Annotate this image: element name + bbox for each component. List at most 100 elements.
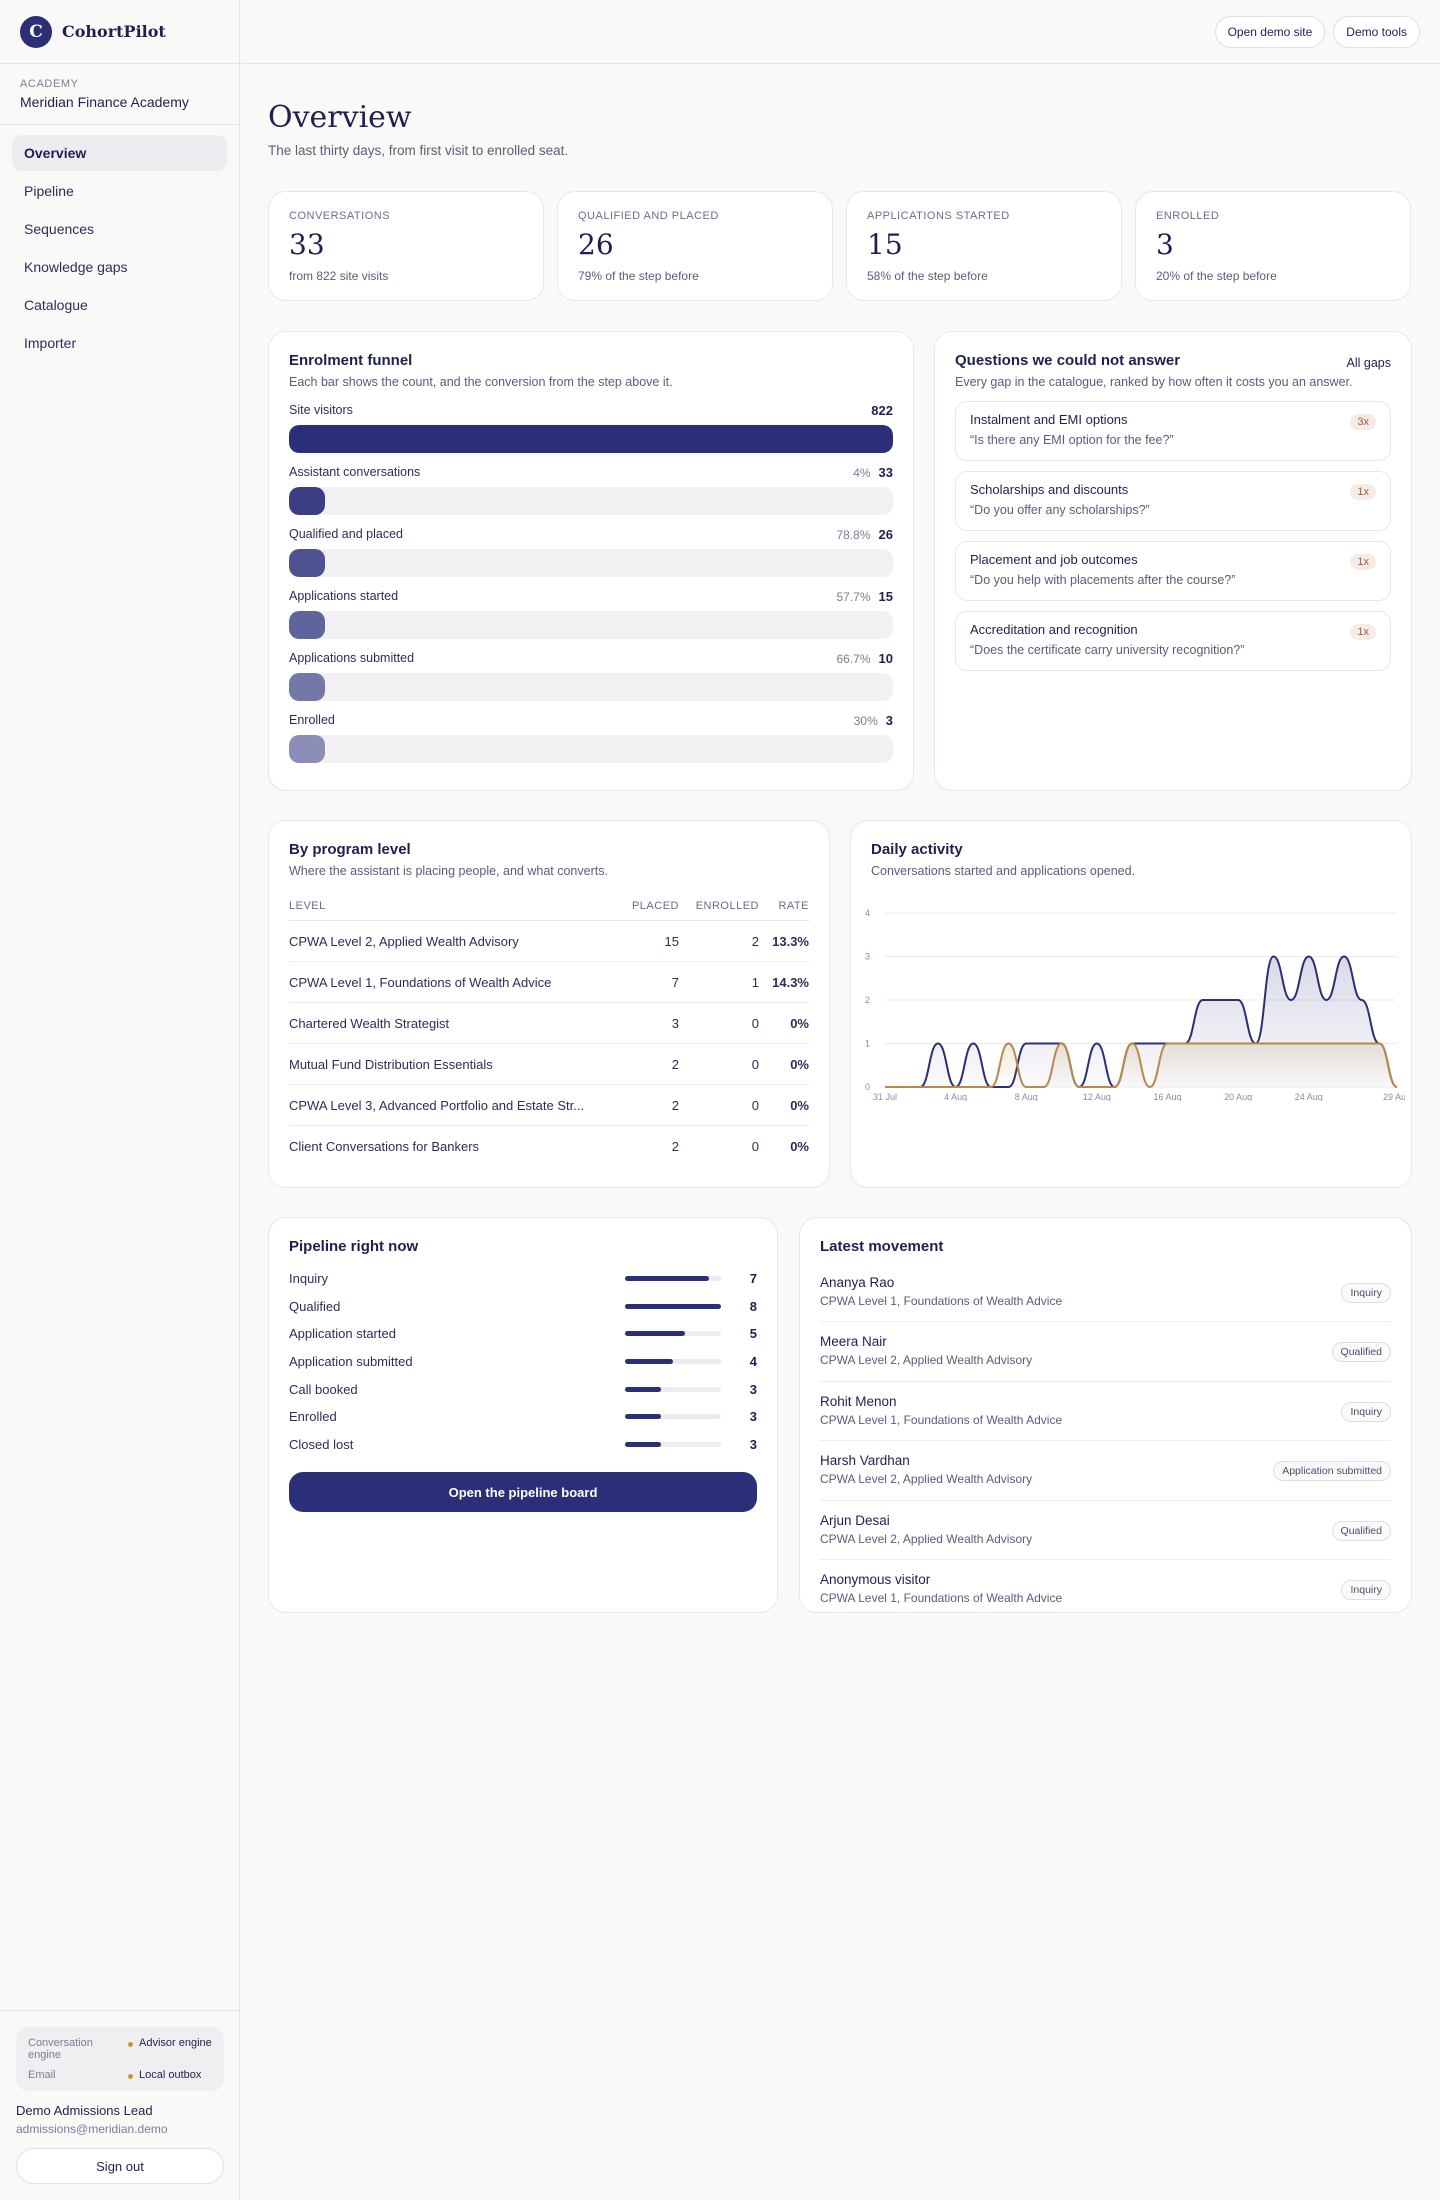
movement-item[interactable]: Anonymous visitor CPWA Level 1, Foundatio… (820, 1560, 1391, 1619)
pipeline-bar-fill (625, 1386, 661, 1392)
stage-badge: Inquiry (1341, 1579, 1391, 1600)
funnel-title: Enrolment funnel (289, 352, 413, 369)
pipeline-row[interactable]: Enrolled 3 (289, 1403, 757, 1431)
kpi-card-conversations: CONVERSATIONS 33 from 822 site visits (268, 191, 544, 301)
email-engine-value: Local outbox (128, 2069, 212, 2081)
pipeline-bar-track (625, 1441, 721, 1447)
logo-icon: C (20, 15, 52, 48)
all-gaps-link[interactable]: All gaps (1347, 356, 1391, 370)
sidebar-nav: Overview Pipeline Sequences Knowledge ga… (0, 125, 239, 373)
latest-movement-card: Latest movement Ananya Rao CPWA Level 1, … (799, 1217, 1412, 1613)
academy-switcher[interactable]: ACADEMY Meridian Finance Academy (0, 64, 239, 125)
lead-name: Ananya Rao (820, 1275, 895, 1290)
pipeline-bar-fill (625, 1441, 661, 1447)
movement-item[interactable]: Meera Nair CPWA Level 2, Applied Wealth A… (820, 1322, 1391, 1382)
conversion-rate: 0% (790, 1138, 809, 1154)
conversion-rate: 0% (759, 1002, 809, 1044)
funnel-bar-track (289, 549, 893, 577)
movement-item[interactable]: Harsh Vardhan CPWA Level 2, Applied Wealt… (820, 1441, 1391, 1501)
nav-item-overview[interactable]: Overview (12, 135, 227, 171)
gap-count-badge: 1x (1350, 554, 1376, 570)
program-level-card: By program level Where the assistant is … (268, 820, 830, 1188)
gap-item[interactable]: Placement and job outcomes “Do you help w… (955, 541, 1391, 601)
funnel-row: Enrolled 30% 3 (289, 711, 893, 763)
open-demo-site-button[interactable]: Open demo site (1214, 15, 1326, 48)
brand-name: CohortPilot (62, 22, 166, 41)
topbar: Open demo site Demo tools (241, 0, 1440, 64)
sidebar: C CohortPilot ACADEMY Meridian Finance A… (0, 0, 240, 2200)
pipeline-row[interactable]: Call booked 3 (289, 1375, 757, 1403)
y-tick-label: 2 (865, 995, 870, 1005)
table-row[interactable]: CPWA Level 2, Applied Wealth Advisory 15 2… (289, 920, 809, 962)
kpi-note: 79% of the step before (578, 269, 699, 283)
funnel-row-label: Applications started (289, 589, 399, 603)
enrolled-count: 0 (679, 1043, 759, 1085)
pipeline-bar-track (625, 1386, 721, 1392)
table-row[interactable]: Chartered Wealth Strategist 3 0 0% (289, 1002, 809, 1044)
gap-list: Instalment and EMI options “Is there any … (955, 401, 1391, 671)
gaps-title: Questions we could not answer (955, 352, 1181, 369)
pipeline-stage-label: Call booked (289, 1381, 358, 1397)
nav-item-pipeline[interactable]: Pipeline (12, 173, 227, 209)
funnel-row-header: Applications started 57.7% 15 (289, 587, 893, 605)
funnel-row: Qualified and placed 78.8% 26 (289, 525, 893, 577)
pipeline-bar-fill (625, 1414, 661, 1420)
funnel-bar-track (289, 735, 893, 763)
funnel-bar-fill (289, 487, 326, 515)
sign-out-button[interactable]: Sign out (16, 2148, 224, 2184)
kpi-value: 3 (1156, 228, 1174, 261)
demo-tools-button[interactable]: Demo tools (1333, 15, 1420, 48)
lead-name: Meera Nair (820, 1334, 887, 1350)
kpi-row: CONVERSATIONS 33 from 822 site visits QU… (268, 191, 1412, 301)
gap-item[interactable]: Accreditation and recognition “Does the c… (955, 611, 1391, 671)
funnel-row-label: Enrolled (289, 713, 335, 727)
table-row[interactable]: Client Conversations for Bankers 2 0 0% (289, 1126, 809, 1167)
kpi-value: 15 (867, 228, 903, 261)
engine-status: Conversation engine Advisor engine Email… (16, 2027, 224, 2091)
open-pipeline-board-button[interactable]: Open the pipeline board (289, 1472, 757, 1513)
table-row[interactable]: Mutual Fund Distribution Essentials 2 0 0% (289, 1043, 809, 1085)
stage-badge: Application submitted (1273, 1461, 1391, 1482)
funnel-rows: Site visitors 822 Assistant conversations 4… (289, 401, 893, 763)
movement-list: Ananya Rao CPWA Level 1, Foundations of W… (820, 1263, 1391, 1619)
enrolled-count: 1 (679, 961, 759, 1003)
placed-count: 2 (619, 1084, 679, 1126)
gaps-subtitle: Every gap in the catalogue, ranked by ho… (955, 375, 1353, 389)
enrolled-count: 0 (679, 1084, 759, 1126)
movement-item[interactable]: Arjun Desai CPWA Level 2, Applied Wealth … (820, 1501, 1391, 1560)
nav-item-sequences[interactable]: Sequences (12, 211, 227, 247)
gap-topic: Placement and job outcomes (970, 552, 1138, 567)
pipeline-row[interactable]: Qualified 8 (289, 1293, 757, 1321)
funnel-bar-track (289, 611, 893, 639)
movement-item[interactable]: Ananya Rao CPWA Level 1, Foundations of W… (820, 1263, 1391, 1323)
table-row[interactable]: CPWA Level 3, Advanced Portfolio and Est… (289, 1084, 809, 1126)
gap-item[interactable]: Scholarships and discounts “Do you offer … (955, 471, 1391, 531)
x-tick-label: 29 Aug (1383, 1092, 1405, 1101)
nav-item-importer[interactable]: Importer (12, 325, 227, 361)
daily-activity-chart: 0 1 2 3 4 31 Jul 4 Aug 8 Aug 12 Aug 16 Aug 20 Aug 2… (865, 908, 1405, 1101)
col-level: LEVEL (289, 892, 619, 921)
gap-item[interactable]: Instalment and EMI options “Is there any … (955, 401, 1391, 461)
pipeline-row[interactable]: Closed lost 3 (289, 1431, 757, 1459)
nav-item-catalogue[interactable]: Catalogue (12, 287, 227, 323)
pipeline-stage-count: 3 (749, 1436, 757, 1452)
funnel-row-conversion: 57.7% (836, 589, 871, 604)
funnel-row: Applications started 57.7% 15 (289, 587, 893, 639)
table-row[interactable]: CPWA Level 1, Foundations of Wealth Advi… (289, 961, 809, 1003)
pipeline-row[interactable]: Inquiry 7 (289, 1265, 757, 1293)
conversion-rate: 0% (759, 1084, 809, 1126)
brand[interactable]: C CohortPilot (0, 0, 239, 64)
gap-topic: Accreditation and recognition (970, 622, 1138, 637)
funnel-row: Applications submitted 66.7% 10 (289, 649, 893, 701)
movement-item[interactable]: Rohit Menon CPWA Level 1, Foundations of … (820, 1382, 1391, 1442)
nav-item-knowledge-gaps[interactable]: Knowledge gaps (12, 249, 227, 285)
conversation-engine-label: Conversation engine (28, 2037, 93, 2061)
pipeline-stage-label: Application started (289, 1326, 396, 1342)
status-dot-icon (128, 2074, 133, 2079)
page-title: Overview (268, 100, 412, 135)
pipeline-row[interactable]: Application submitted 4 (289, 1348, 757, 1376)
pipeline-row[interactable]: Application started 5 (289, 1320, 757, 1348)
gap-question: “Do you offer any scholarships?” (970, 503, 1150, 517)
email-engine-text: Local outbox (139, 2069, 202, 2081)
col-enrolled: ENROLLED (679, 892, 759, 921)
